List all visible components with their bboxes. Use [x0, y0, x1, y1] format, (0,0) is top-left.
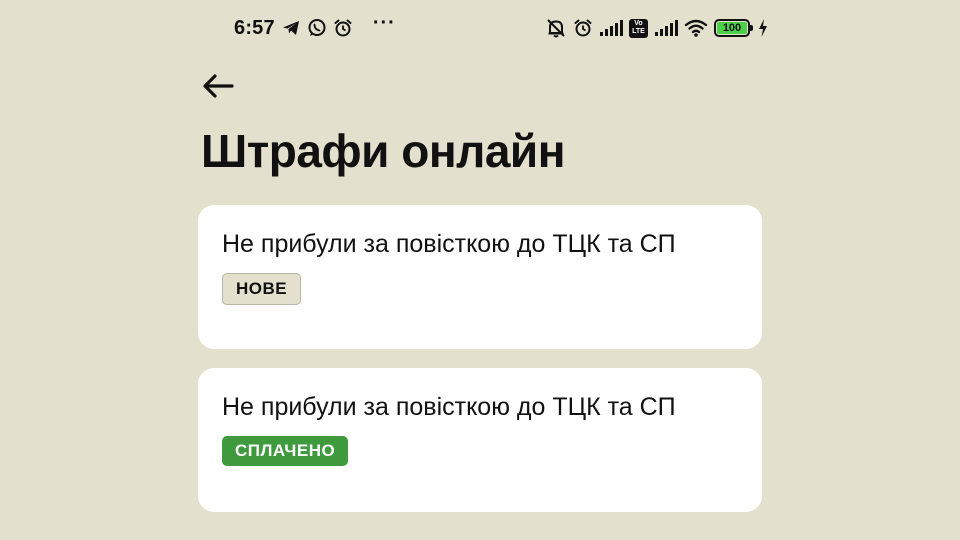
- status-right: Vo LTE 100: [545, 14, 768, 42]
- more-notifications-icon: ···: [372, 11, 396, 34]
- whatsapp-icon: [307, 18, 327, 38]
- battery-level: 100: [717, 22, 747, 34]
- status-badge: СПЛАЧЕНО: [222, 436, 349, 466]
- back-button[interactable]: [198, 68, 238, 104]
- arrow-left-icon: [203, 74, 234, 98]
- battery-icon: 100: [714, 19, 753, 37]
- mute-icon: [545, 17, 567, 39]
- fine-title: Не прибули за повісткою до ТЦК та СП: [222, 393, 676, 421]
- charging-icon: [758, 19, 768, 37]
- fine-card[interactable]: Не прибули за повісткою до ТЦК та СП СПЛ…: [198, 368, 762, 512]
- status-left: 6:57 ···: [234, 11, 396, 42]
- signal-icon: [654, 19, 678, 37]
- fine-card[interactable]: Не прибули за повісткою до ТЦК та СП НОВ…: [198, 205, 762, 349]
- telegram-icon: [281, 18, 301, 38]
- status-bar: 6:57 ··· Vo LTE 100: [0, 0, 960, 56]
- alarm-icon: [573, 18, 593, 38]
- volte-line2: LTE: [632, 28, 645, 35]
- volte-line1: Vo: [634, 20, 643, 27]
- fine-title: Не прибули за повісткою до ТЦК та СП: [222, 230, 676, 258]
- status-time: 6:57: [234, 16, 275, 39]
- status-badge: НОВЕ: [222, 273, 302, 305]
- volte-icon: Vo LTE: [629, 18, 648, 38]
- signal-icon: [599, 19, 623, 37]
- wifi-icon: [684, 18, 708, 38]
- alarm-icon: [333, 18, 353, 38]
- page-title: Штрафи онлайн: [201, 125, 566, 177]
